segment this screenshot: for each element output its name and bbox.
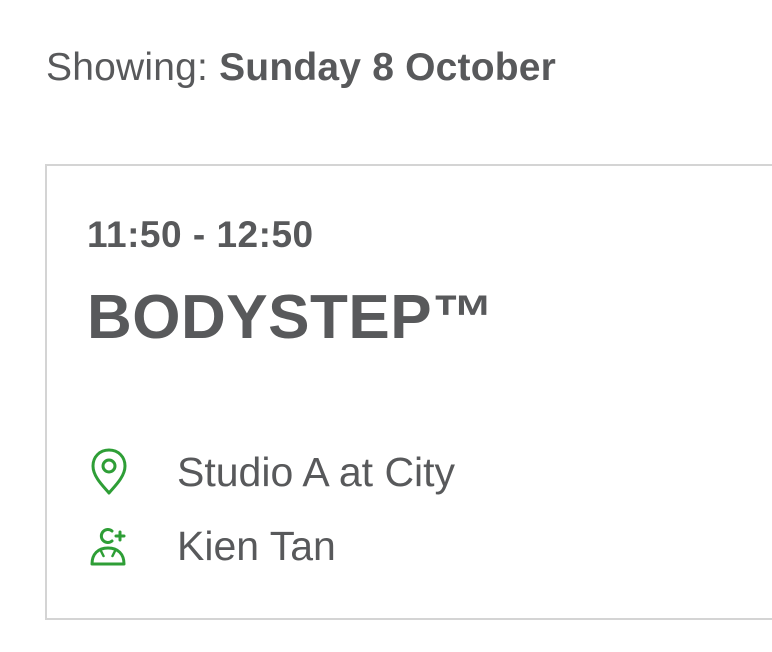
- class-time: 11:50 - 12:50: [87, 214, 314, 255]
- showing-date: Sunday 8 October: [219, 46, 557, 89]
- class-location-row: Studio A at City: [87, 444, 455, 500]
- class-location: Studio A at City: [177, 449, 456, 495]
- class-card[interactable]: 11:50 - 12:50 BODYSTEP™ Studio A at City…: [45, 164, 772, 620]
- showing-prefix: Showing:: [46, 46, 209, 89]
- class-instructor-row: Kien Tan: [87, 518, 336, 574]
- class-title: BODYSTEP™: [87, 283, 495, 352]
- class-instructor: Kien Tan: [177, 523, 336, 569]
- location-pin-icon: [87, 444, 139, 500]
- showing-date-heading: Showing: Sunday 8 October: [46, 40, 556, 96]
- instructor-icon: [87, 518, 139, 574]
